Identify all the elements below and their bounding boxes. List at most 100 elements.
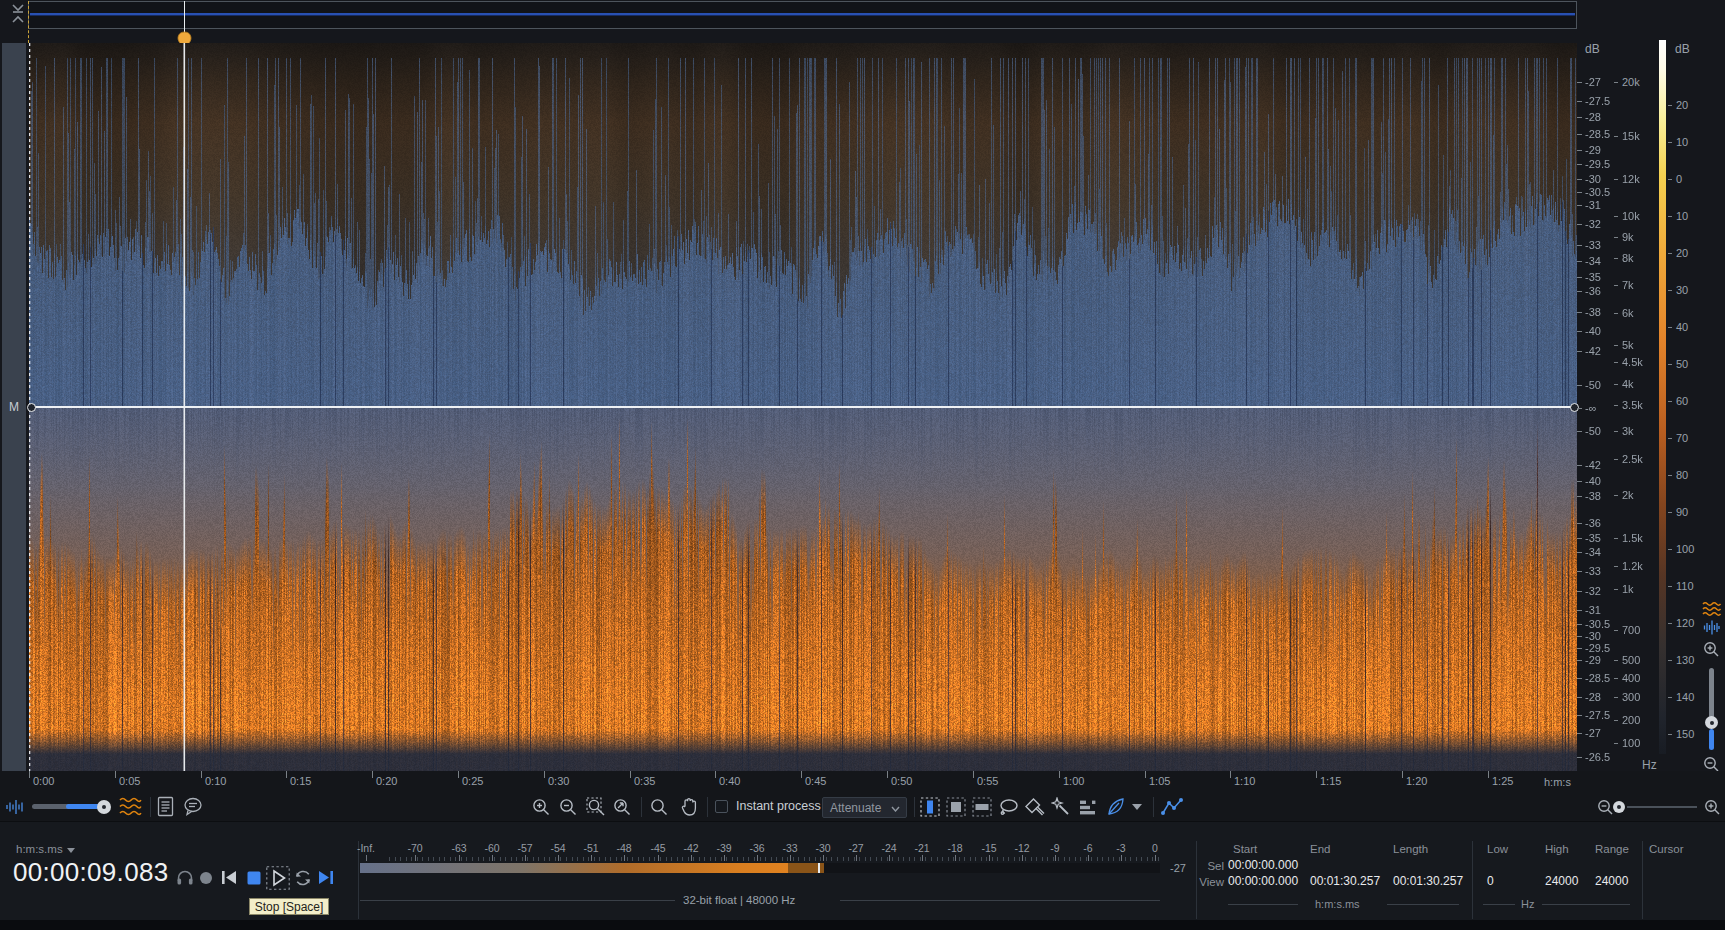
meter-scale-label: -9 [1041,842,1069,854]
amp-tick [1577,523,1582,524]
window-bottom-strip [0,920,1725,930]
colorbar-tick-label: 120 [1676,617,1694,629]
freq-tick [1614,384,1618,385]
meter-minor-tick [831,857,832,861]
freq-tick [1614,216,1618,217]
lasso-tool-icon[interactable] [999,798,1019,816]
select-frequency-tool-icon[interactable] [972,797,992,817]
waveform-zoom-icon[interactable] [5,799,25,815]
select-time-frequency-tool-icon[interactable] [946,797,966,817]
meter-minor-tick [837,857,838,861]
time-format-label[interactable]: h:m:s.ms [16,843,63,855]
freq-tick [1614,362,1618,363]
session-notes-icon[interactable] [157,796,174,817]
magic-wand-tool-icon[interactable] [1051,797,1071,817]
meter-minor-tick [544,857,545,861]
hzoom-in-icon[interactable] [1704,799,1721,816]
colorbar-tick-label: 80 [1676,469,1688,481]
hzoom-out-icon[interactable] [1597,799,1614,816]
hand-tool-icon[interactable] [680,797,699,817]
adjustment-lists-icon[interactable] [1079,798,1099,816]
meter-scale-label: -45 [644,842,672,854]
balance-slider-knob[interactable] [97,800,111,814]
go-to-end-button[interactable] [318,870,335,885]
zoom-to-selection-icon[interactable] [586,797,607,818]
freq-tick [1614,459,1618,460]
vertical-zoom-slider-knob[interactable] [1705,716,1718,729]
gain-line[interactable] [29,406,1577,408]
colorbar-tick [1668,660,1672,661]
loop-button[interactable] [294,869,312,887]
record-button[interactable] [199,871,213,885]
monitor-icon[interactable] [176,869,194,886]
amp-tick-label: -33 [1585,565,1601,577]
hzoom-slider-track[interactable] [1627,806,1697,808]
brush-tool-icon[interactable] [1025,797,1045,817]
overview-strip[interactable] [28,1,1577,29]
amp-tick [1577,733,1582,734]
spectrogram-colorbar[interactable] [1659,40,1666,754]
amp-tick-label: -50 [1585,425,1601,437]
meter-minor-tick [621,857,622,861]
zoom-out-time-icon[interactable] [559,798,578,817]
meter-scale-label: -Inf. [352,842,380,854]
ruler-tick [201,771,202,778]
freq-tick-label: 1k [1622,583,1634,595]
stop-button[interactable] [247,871,261,885]
spectrogram-settings-icon[interactable] [118,796,142,817]
meter-major-tick [1088,855,1089,861]
meter-minor-tick [948,857,949,861]
vertical-zoom-in-icon[interactable] [1703,641,1720,658]
select-time-tool-icon[interactable] [920,797,940,817]
meter-minor-tick [699,857,700,861]
meter-minor-tick [472,857,473,861]
comments-icon[interactable] [183,797,203,816]
ruler-tick-label: 0:05 [119,775,140,787]
meter-minor-tick [798,857,799,861]
meter-scale-label: -48 [610,842,638,854]
gain-line-left-handle[interactable] [27,403,36,412]
meter-minor-tick [865,857,866,861]
colorbar-tick-label: 70 [1676,432,1688,444]
view-length-value: 00:01:30.257 [1393,875,1463,887]
meter-minor-tick [522,857,523,861]
module-selector-dropdown[interactable]: Attenuate [822,797,907,818]
waveform-view-icon[interactable] [1703,620,1720,635]
magnify-tool-icon[interactable] [650,798,669,817]
hzoom-slider-knob[interactable] [1613,801,1625,813]
spectrogram-view-icon[interactable] [1702,601,1721,617]
zoom-in-time-icon[interactable] [532,798,551,817]
time-ruler[interactable]: 0:000:050:100:150:200:250:300:350:400:45… [0,771,1725,793]
meter-scale-label: -57 [511,842,539,854]
meter-minor-tick [1008,857,1009,861]
format-divider-left [360,900,675,901]
amp-tick [1577,179,1582,180]
meter-minor-tick [1130,857,1131,861]
ruler-tick [1145,771,1146,778]
feather-dropdown-icon[interactable] [1131,803,1143,811]
collapse-overview-icon[interactable] [9,2,27,26]
meter-minor-tick [898,857,899,861]
meter-minor-tick [483,857,484,861]
play-button[interactable] [266,866,290,890]
amp-tick [1577,277,1582,278]
ruler-tick [1316,771,1317,778]
meter-minor-tick [406,857,407,861]
vertical-zoom-slider-track[interactable] [1709,668,1714,718]
ruler-tick-label: 1:00 [1063,775,1084,787]
time-format-dropdown-icon[interactable] [66,847,76,854]
meter-minor-tick [887,857,888,861]
meter-minor-tick [820,857,821,861]
instant-process-checkbox[interactable] [715,800,728,813]
meter-minor-tick [610,857,611,861]
gain-envelope-icon[interactable] [1161,797,1183,817]
ruler-tick-label: 1:25 [1492,775,1513,787]
meter-minor-tick [638,857,639,861]
meter-major-tick [492,855,493,861]
meter-minor-tick [854,857,855,861]
meter-minor-tick [1102,857,1103,861]
feather-edges-icon[interactable] [1106,797,1126,817]
zoom-reset-icon[interactable] [613,798,632,817]
instant-process-label[interactable]: Instant process [736,800,821,812]
go-to-start-button[interactable] [221,870,237,885]
